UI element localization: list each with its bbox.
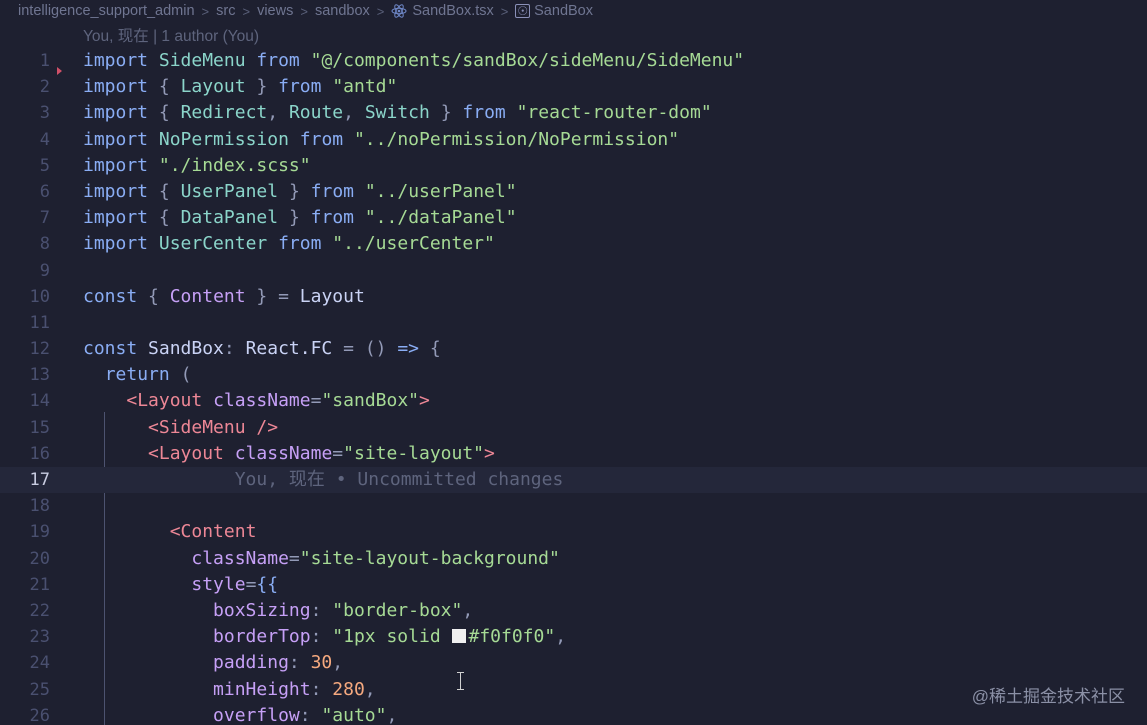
line-number: 21 xyxy=(29,574,50,595)
code-line[interactable]: 15 <SideMenu /> xyxy=(0,415,1147,441)
line-number: 24 xyxy=(29,653,50,674)
chevron-right-icon: > xyxy=(300,3,308,19)
line-number: 22 xyxy=(29,600,50,621)
code-line[interactable]: 4 import NoPermission from "../noPermissi… xyxy=(0,127,1147,153)
code-line[interactable]: 21 style={{ xyxy=(0,572,1147,598)
code-lines[interactable]: 1 import SideMenu from "@/components/sand… xyxy=(0,48,1147,725)
breadcrumb-item-symbol[interactable]: SandBox xyxy=(534,3,593,19)
line-number: 26 xyxy=(29,705,50,725)
code-line[interactable]: 14 <Layout className="sandBox"> xyxy=(0,388,1147,414)
breadcrumb-item-project[interactable]: intelligence_support_admin xyxy=(18,3,195,19)
line-number: 14 xyxy=(29,391,50,412)
watermark: @稀土掘金技术社区 xyxy=(971,687,1125,706)
code-line[interactable]: 20 className="site-layout-background" xyxy=(0,546,1147,572)
mouse-ibeam-cursor-icon xyxy=(457,672,466,690)
chevron-right-icon: > xyxy=(201,3,210,19)
code-text: import "./index.scss" xyxy=(83,154,311,176)
code-text: <SideMenu /> xyxy=(148,416,279,438)
chevron-right-icon: > xyxy=(376,3,385,19)
code-line[interactable]: 7 import { DataPanel } from "../dataPanel… xyxy=(0,205,1147,231)
code-line[interactable]: 8 import UserCenter from "../userCenter" xyxy=(0,231,1147,257)
code-text: overflow: "auto", xyxy=(213,704,398,725)
inline-blame-annotation: You, 现在 • Uncommitted changes xyxy=(234,469,564,490)
line-number: 25 xyxy=(29,679,50,700)
line-number: 18 xyxy=(29,496,50,517)
breadcrumb-item-views[interactable]: views xyxy=(257,3,293,19)
line-number: 12 xyxy=(29,339,50,360)
breadcrumb-item-sandbox[interactable]: sandbox xyxy=(315,3,370,19)
react-icon xyxy=(391,4,407,18)
line-number: 15 xyxy=(29,417,50,438)
code-line[interactable]: 9 xyxy=(0,258,1147,284)
code-text: You, 现在 • Uncommitted changes xyxy=(83,467,564,493)
line-number: 10 xyxy=(29,286,50,307)
line-number: 16 xyxy=(29,443,50,464)
code-line[interactable]: 19 <Content xyxy=(0,519,1147,545)
code-editor-window: intelligence_support_admin > src > views… xyxy=(0,0,1147,725)
line-number: 13 xyxy=(29,365,50,386)
code-line[interactable]: 12 const SandBox: React.FC = () => { xyxy=(0,336,1147,362)
code-line[interactable]: 11 xyxy=(0,310,1147,336)
code-text: className="site-layout-background" xyxy=(191,547,560,569)
code-line[interactable]: 2 import { Layout } from "antd" xyxy=(0,74,1147,100)
code-line[interactable]: 13 return ( xyxy=(0,362,1147,388)
code-line[interactable]: 6 import { UserPanel } from "../userPanel… xyxy=(0,179,1147,205)
code-text: boxSizing: "border-box", xyxy=(213,599,474,621)
line-number: 23 xyxy=(29,627,50,648)
code-text: import SideMenu from "@/components/sandB… xyxy=(83,50,745,71)
editor-pane[interactable]: You, 现在 | 1 author (You) 1 import SideMen… xyxy=(0,22,1147,725)
code-line[interactable]: 16 <Layout className="site-layout"> xyxy=(0,441,1147,467)
code-text: import NoPermission from "../noPermissio… xyxy=(83,128,680,150)
chevron-right-icon: > xyxy=(500,3,509,19)
code-line[interactable]: 1 import SideMenu from "@/components/sand… xyxy=(0,48,1147,74)
code-line[interactable]: 5 import "./index.scss" xyxy=(0,153,1147,179)
code-line[interactable]: 22 boxSizing: "border-box", xyxy=(0,598,1147,624)
code-line-current[interactable]: 17 You, 现在 • Uncommitted changes xyxy=(0,467,1147,494)
code-text: return ( xyxy=(104,364,192,386)
line-number: 5 xyxy=(39,155,50,176)
code-text: import { UserPanel } from "../userPanel" xyxy=(83,180,517,202)
line-number: 17 xyxy=(29,470,50,490)
line-number: 6 xyxy=(39,181,50,202)
breadcrumb: intelligence_support_admin > src > views… xyxy=(0,0,1147,22)
code-line[interactable]: 24 padding: 30, xyxy=(0,650,1147,676)
line-number: 7 xyxy=(39,208,50,229)
line-number: 8 xyxy=(39,234,50,255)
code-text: const { Content } = Layout xyxy=(83,285,365,307)
code-text: <Layout className="sandBox"> xyxy=(126,390,430,412)
breadcrumb-item-src[interactable]: src xyxy=(216,3,235,19)
chevron-right-icon: > xyxy=(242,3,251,19)
line-number: 20 xyxy=(29,548,50,569)
line-number: 4 xyxy=(39,129,50,150)
code-text: import UserCenter from "../userCenter" xyxy=(83,233,495,255)
line-number: 9 xyxy=(39,260,50,281)
breadcrumb-item-file[interactable]: SandBox.tsx xyxy=(412,3,493,19)
line-number: 2 xyxy=(39,77,50,98)
color-swatch[interactable] xyxy=(451,629,466,644)
line-number: 3 xyxy=(39,103,50,124)
code-line[interactable]: 18 xyxy=(0,493,1147,519)
codelens-blame-header[interactable]: You, 现在 | 1 author (You) xyxy=(83,26,259,48)
code-text: const SandBox: React.FC = () => { xyxy=(83,338,441,360)
line-number: 1 xyxy=(39,51,50,71)
code-text: import { Layout } from "antd" xyxy=(83,76,398,98)
code-line[interactable]: 3 import { Redirect, Route, Switch } from… xyxy=(0,100,1147,126)
code-line[interactable]: 10 const { Content } = Layout xyxy=(0,284,1147,310)
line-number: 11 xyxy=(29,312,50,333)
code-text: padding: 30, xyxy=(213,652,344,674)
line-number: 19 xyxy=(29,522,50,543)
code-text: import { DataPanel } from "../dataPanel" xyxy=(83,207,517,229)
code-text: import { Redirect, Route, Switch } from … xyxy=(83,102,712,124)
symbol-class-icon: ☉ xyxy=(515,4,531,18)
code-text: borderTop: "1px solid #f0f0f0", xyxy=(213,626,567,648)
code-text: <Layout className="site-layout"> xyxy=(148,442,495,464)
code-line[interactable]: 23 borderTop: "1px solid #f0f0f0", xyxy=(0,624,1147,650)
code-text: style={{ xyxy=(191,573,279,595)
code-text: minHeight: 280, xyxy=(213,678,376,700)
code-text: <Content xyxy=(169,521,257,543)
